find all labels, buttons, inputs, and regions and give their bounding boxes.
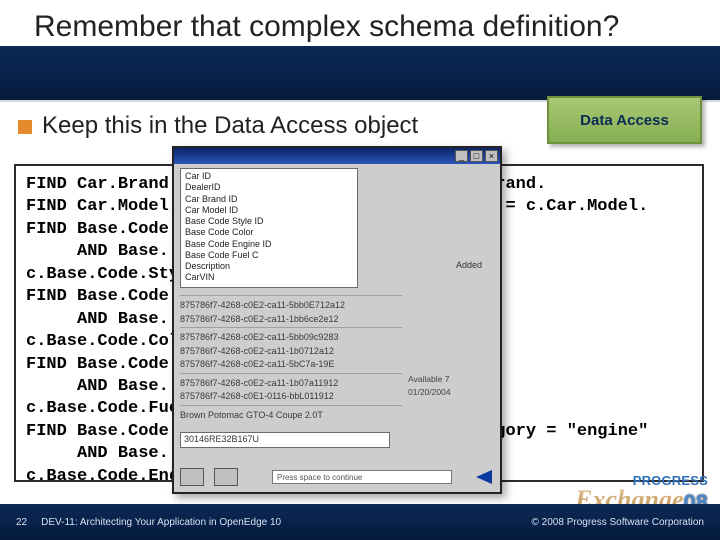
field-item[interactable]: Base Code Fuel C: [185, 250, 353, 261]
bullet-text: Keep this in the Data Access object: [42, 112, 418, 140]
date-label: 01/20/2004: [408, 387, 451, 397]
detail-side-labels: Available 7 01/20/2004: [408, 374, 451, 400]
status-text: Press space to continue: [277, 473, 362, 482]
id-row: 875786f7-4268-c0E2-ca11-5bb09c9283: [180, 331, 402, 345]
separator: [180, 373, 402, 374]
popup-btn-prev[interactable]: [180, 468, 204, 486]
added-label: Added: [456, 260, 482, 270]
id-row: 875786f7-4268-c0E2-ca11-1b07a11912: [180, 377, 402, 391]
id-list: 875786f7-4268-c0E2-ca11-5bb0E712a1287578…: [180, 294, 402, 414]
popup-titlebar: _ □ ×: [174, 148, 500, 164]
maximize-button[interactable]: □: [470, 150, 483, 162]
data-access-label: Data Access: [580, 112, 669, 129]
field-item[interactable]: Description: [185, 261, 353, 272]
footer-left: 22 DEV-11: Architecting Your Application…: [16, 517, 281, 528]
field-item[interactable]: Base Code Style ID: [185, 216, 353, 227]
popup-button-row: [180, 468, 238, 486]
field-item[interactable]: DealerID: [185, 182, 353, 193]
popup-body: Car IDDealerIDCar Brand IDCar Model IDBa…: [174, 164, 500, 492]
data-access-box: Data Access: [547, 96, 702, 144]
separator: [180, 295, 402, 296]
field-item[interactable]: CarVIN: [185, 272, 353, 283]
vin-value: 30146RE32B167U: [184, 434, 259, 444]
field-listbox[interactable]: Car IDDealerIDCar Brand IDCar Model IDBa…: [180, 168, 358, 288]
copyright: © 2008 Progress Software Corporation: [532, 517, 704, 528]
footer-right: © 2008 Progress Software Corporation: [532, 517, 704, 528]
bullet-row: Keep this in the Data Access object: [18, 112, 518, 140]
vin-field[interactable]: 30146RE32B167U: [180, 432, 390, 448]
id-row: 875786f7-4268-c0E1-0116-bbL011912: [180, 390, 402, 404]
bullet-marker: [18, 120, 32, 134]
slide: Remember that complex schema definition?…: [0, 0, 720, 540]
field-item[interactable]: Base Code Color: [185, 227, 353, 238]
play-icon[interactable]: [476, 470, 492, 484]
separator: [180, 405, 402, 406]
id-row: 875786f7-4268-c0E2-ca11-5bb0E712a12: [180, 299, 402, 313]
session-title: DEV-11: Architecting Your Application in…: [41, 517, 281, 528]
id-row: 875786f7-4268-c0E2-ca11-1bb6ce2e12: [180, 313, 402, 327]
id-row: 875786f7-4268-c0E2-ca11-1b0712a12: [180, 345, 402, 359]
field-item[interactable]: Car Model ID: [185, 205, 353, 216]
field-item[interactable]: Car ID: [185, 171, 353, 182]
page-number: 22: [16, 517, 27, 528]
title-band: [0, 46, 720, 100]
popup-btn-next[interactable]: [214, 468, 238, 486]
item-detail-row: Brown Potomac GTO-4 Coupe 2.0T: [180, 409, 402, 423]
field-item[interactable]: Base Code Engine ID: [185, 239, 353, 250]
slide-title: Remember that complex schema definition?: [34, 10, 694, 44]
id-row: 875786f7-4268-c0E2-ca11-5bC7a-19E: [180, 358, 402, 372]
schema-popup-window: _ □ × Car IDDealerIDCar Brand IDCar Mode…: [172, 146, 502, 494]
status-bar: Press space to continue: [272, 470, 452, 484]
close-button[interactable]: ×: [485, 150, 498, 162]
field-item[interactable]: Car Brand ID: [185, 194, 353, 205]
minimize-button[interactable]: _: [455, 150, 468, 162]
separator: [180, 327, 402, 328]
slide-footer: 22 DEV-11: Architecting Your Application…: [0, 504, 720, 540]
available-label: Available 7: [408, 374, 451, 384]
